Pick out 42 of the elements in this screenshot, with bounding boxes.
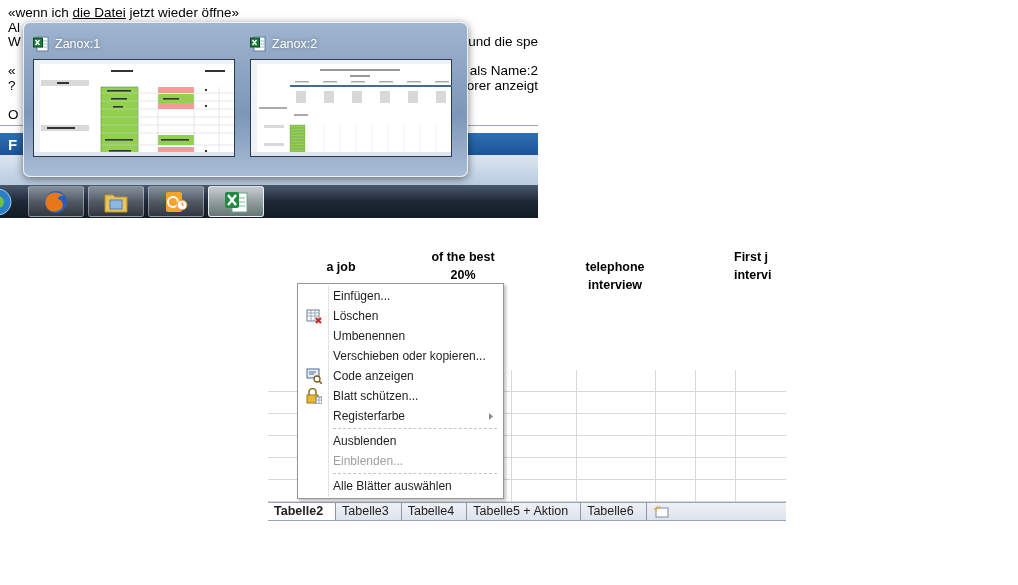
sheet-tab[interactable]: Tabelle5 + Aktion [467,503,582,520]
column-header: intervi [734,267,772,284]
text-fragment: Al [8,20,20,35]
taskbar-button[interactable] [148,186,204,217]
thumbnail-title: Zanox:2 [272,37,318,51]
thumbnail-title: Zanox:1 [55,37,101,51]
sheet-tab[interactable]: Tabelle2 [268,503,337,520]
spreadsheet-file-icon [250,36,266,52]
menu-item[interactable]: Ausblenden [300,431,501,451]
delete-sheet-icon [306,308,322,324]
text-line: «wenn ich die Datei jetzt wieder öffne» [8,6,239,21]
menu-item[interactable]: Blatt schützen... [300,386,501,406]
spreadsheet-file-icon [33,36,49,52]
code-view-icon [306,368,322,384]
text-fragment: orer anzeigt [466,78,538,93]
fox-globe-icon [43,188,69,215]
column-header: interview [587,277,643,294]
sheet-tab[interactable]: Tabelle4 [401,503,468,520]
text-fragment: als Name:2 [469,64,538,79]
text-fragment: « [8,64,16,79]
padlock-icon [306,388,322,404]
text-fragment: und die spe [468,35,538,50]
column-header: telephone [585,259,645,276]
menu-item[interactable]: Löschen [300,306,501,326]
column-header: a job [326,259,356,276]
menu-item[interactable]: Code anzeigen [300,366,501,386]
taskbar-button[interactable] [88,186,144,217]
window-title: F [8,135,18,153]
menu-item[interactable]: Alle Blätter auswählen [300,476,501,496]
text-fragment: ? [8,78,16,93]
column-header: 20% [450,267,476,284]
text-fragment: W [8,35,21,50]
column-header: of the best [431,249,495,266]
menu-item[interactable]: Registerfarbe [300,406,501,426]
menu-item[interactable]: Umbenennen [300,326,501,346]
menu-item[interactable]: Einfügen... [300,286,501,306]
column-header: First j [734,249,769,266]
text-fragment: O [8,107,19,122]
sheet-tab[interactable]: Tabelle3 [336,503,402,520]
text-link[interactable]: die Datei [72,5,126,20]
sheet-tab[interactable]: Tabelle6 [581,503,647,520]
menu-item[interactable]: Verschieben oder kopieren... [300,346,501,366]
